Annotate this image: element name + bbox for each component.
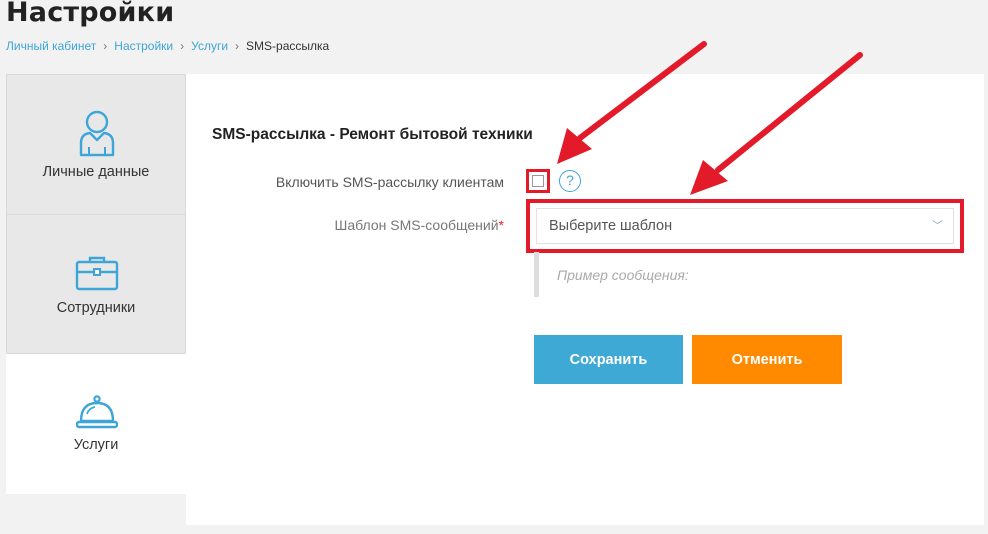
- template-label-text: Шаблон SMS-сообщений: [334, 217, 499, 233]
- sidebar-item-label: Личные данные: [42, 164, 150, 180]
- service-bell-icon: [75, 395, 119, 434]
- save-button[interactable]: Сохранить: [534, 335, 683, 384]
- sidebar-item-label: Сотрудники: [56, 300, 136, 316]
- settings-panel: SMS-рассылка - Ремонт бытовой техники Вк…: [186, 74, 984, 525]
- sidebar-item-employees[interactable]: Сотрудники: [6, 214, 186, 354]
- cancel-button[interactable]: Отменить: [692, 335, 842, 384]
- help-icon[interactable]: ?: [559, 170, 581, 192]
- chevron-down-icon: ﹀: [932, 220, 943, 232]
- template-select-value: Выберите шаблон: [549, 218, 673, 234]
- template-select[interactable]: Выберите шаблон ﹀: [536, 208, 954, 244]
- chevron-right-icon: ›: [180, 39, 185, 53]
- message-example: Пример сообщения:: [534, 252, 954, 297]
- page-title: Настройки: [6, 0, 175, 28]
- section-title: SMS-рассылка - Ремонт бытовой техники: [212, 126, 533, 143]
- annotation-highlight-checkbox: [526, 169, 550, 193]
- breadcrumb-current: SMS-рассылка: [246, 39, 330, 53]
- breadcrumb-link-account[interactable]: Личный кабинет: [6, 39, 96, 53]
- chevron-right-icon: ›: [103, 39, 108, 53]
- briefcase-icon: [75, 255, 119, 296]
- template-label: Шаблон SMS-сообщений*: [335, 217, 504, 233]
- chevron-right-icon: ›: [235, 39, 240, 53]
- breadcrumb-link-services[interactable]: Услуги: [191, 39, 228, 53]
- breadcrumb-link-settings[interactable]: Настройки: [114, 39, 173, 53]
- annotation-highlight-select: Выберите шаблон ﹀: [526, 199, 964, 253]
- breadcrumb: Личный кабинет › Настройки › Услуги › SM…: [6, 39, 329, 53]
- enable-sms-checkbox[interactable]: [532, 175, 544, 187]
- required-mark: *: [498, 217, 504, 233]
- sidebar-item-services[interactable]: Услуги: [6, 354, 186, 494]
- enable-sms-label: Включить SMS-рассылку клиентам: [275, 174, 504, 190]
- user-icon: [78, 109, 116, 162]
- sidebar-item-label: Услуги: [73, 437, 119, 453]
- sidebar-item-personal-data[interactable]: Личные данные: [6, 74, 186, 215]
